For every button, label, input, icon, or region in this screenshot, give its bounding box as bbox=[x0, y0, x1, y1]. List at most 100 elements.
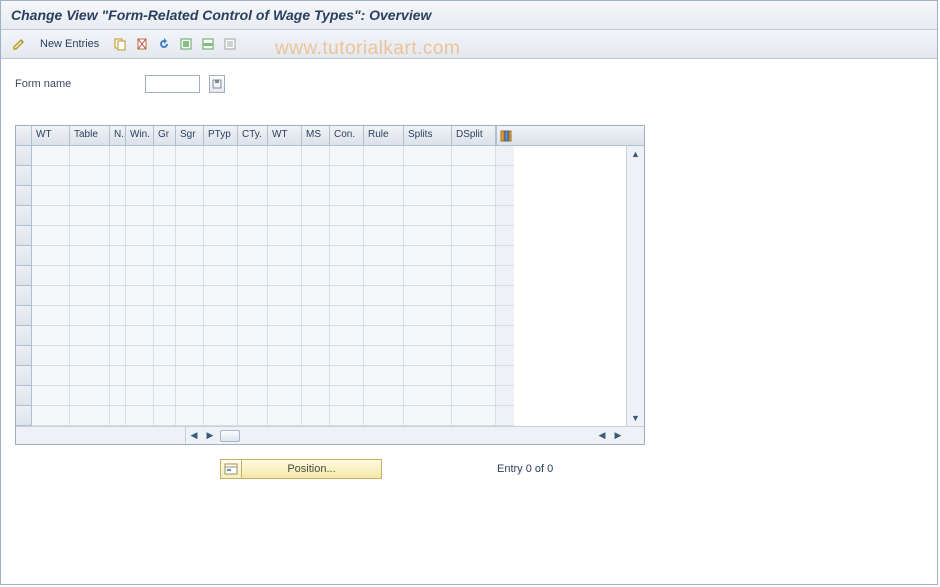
cell-dsplit[interactable] bbox=[452, 146, 496, 166]
cell-con[interactable] bbox=[330, 386, 364, 406]
select-block-icon[interactable] bbox=[198, 34, 218, 54]
cell-table[interactable] bbox=[70, 166, 110, 186]
new-entries-button[interactable]: New Entries bbox=[31, 35, 108, 53]
column-header-ms[interactable]: MS bbox=[302, 126, 330, 145]
cell-gr[interactable] bbox=[154, 206, 176, 226]
cell-win[interactable] bbox=[126, 166, 154, 186]
cell-ptyp[interactable] bbox=[204, 206, 238, 226]
cell-splits[interactable] bbox=[404, 326, 452, 346]
cell-rule[interactable] bbox=[364, 206, 404, 226]
cell-wt[interactable] bbox=[32, 166, 70, 186]
cell-win[interactable] bbox=[126, 366, 154, 386]
cell-wt2[interactable] bbox=[268, 186, 302, 206]
cell-rule[interactable] bbox=[364, 326, 404, 346]
cell-cty[interactable] bbox=[238, 206, 268, 226]
row-selector[interactable] bbox=[16, 346, 32, 366]
cell-wt2[interactable] bbox=[268, 306, 302, 326]
cell-con[interactable] bbox=[330, 326, 364, 346]
cell-dsplit[interactable] bbox=[452, 326, 496, 346]
cell-sgr[interactable] bbox=[176, 286, 204, 306]
column-header-splits[interactable]: Splits bbox=[404, 126, 452, 145]
cell-sgr[interactable] bbox=[176, 266, 204, 286]
cell-win[interactable] bbox=[126, 306, 154, 326]
cell-wt2[interactable] bbox=[268, 326, 302, 346]
cell-sgr[interactable] bbox=[176, 206, 204, 226]
cell-dsplit[interactable] bbox=[452, 186, 496, 206]
search-help-icon[interactable] bbox=[209, 75, 225, 93]
cell-con[interactable] bbox=[330, 206, 364, 226]
cell-sgr[interactable] bbox=[176, 346, 204, 366]
cell-ms[interactable] bbox=[302, 346, 330, 366]
column-header-con[interactable]: Con. bbox=[330, 126, 364, 145]
cell-splits[interactable] bbox=[404, 146, 452, 166]
column-header-wt[interactable]: WT bbox=[32, 126, 70, 145]
horizontal-scrollbar[interactable]: ◀ ▶ ◀ ▶ bbox=[16, 426, 644, 444]
cell-win[interactable] bbox=[126, 226, 154, 246]
cell-splits[interactable] bbox=[404, 206, 452, 226]
cell-gr[interactable] bbox=[154, 246, 176, 266]
cell-wt2[interactable] bbox=[268, 246, 302, 266]
cell-sgr[interactable] bbox=[176, 246, 204, 266]
cell-gr[interactable] bbox=[154, 186, 176, 206]
cell-n[interactable] bbox=[110, 386, 126, 406]
cell-ms[interactable] bbox=[302, 206, 330, 226]
cell-wt2[interactable] bbox=[268, 286, 302, 306]
configure-columns-icon[interactable] bbox=[496, 126, 514, 145]
cell-dsplit[interactable] bbox=[452, 346, 496, 366]
cell-ms[interactable] bbox=[302, 286, 330, 306]
column-header-cty[interactable]: CTy. bbox=[238, 126, 268, 145]
cell-win[interactable] bbox=[126, 206, 154, 226]
cell-dsplit[interactable] bbox=[452, 206, 496, 226]
cell-cty[interactable] bbox=[238, 306, 268, 326]
select-all-column[interactable] bbox=[16, 126, 32, 145]
cell-cty[interactable] bbox=[238, 166, 268, 186]
column-header-win[interactable]: Win. bbox=[126, 126, 154, 145]
cell-cty[interactable] bbox=[238, 386, 268, 406]
cell-con[interactable] bbox=[330, 246, 364, 266]
cell-sgr[interactable] bbox=[176, 406, 204, 426]
cell-n[interactable] bbox=[110, 166, 126, 186]
row-selector[interactable] bbox=[16, 166, 32, 186]
cell-splits[interactable] bbox=[404, 266, 452, 286]
cell-cty[interactable] bbox=[238, 226, 268, 246]
cell-rule[interactable] bbox=[364, 286, 404, 306]
cell-cty[interactable] bbox=[238, 366, 268, 386]
cell-rule[interactable] bbox=[364, 266, 404, 286]
row-selector[interactable] bbox=[16, 226, 32, 246]
row-selector[interactable] bbox=[16, 406, 32, 426]
cell-wt[interactable] bbox=[32, 406, 70, 426]
row-selector[interactable] bbox=[16, 146, 32, 166]
cell-wt[interactable] bbox=[32, 326, 70, 346]
column-header-wt2[interactable]: WT bbox=[268, 126, 302, 145]
cell-con[interactable] bbox=[330, 146, 364, 166]
cell-n[interactable] bbox=[110, 226, 126, 246]
row-selector[interactable] bbox=[16, 266, 32, 286]
form-name-input[interactable] bbox=[145, 75, 200, 93]
cell-dsplit[interactable] bbox=[452, 266, 496, 286]
cell-con[interactable] bbox=[330, 186, 364, 206]
cell-wt[interactable] bbox=[32, 186, 70, 206]
cell-ptyp[interactable] bbox=[204, 146, 238, 166]
cell-ms[interactable] bbox=[302, 306, 330, 326]
cell-table[interactable] bbox=[70, 206, 110, 226]
cell-ptyp[interactable] bbox=[204, 386, 238, 406]
column-header-dsplit[interactable]: DSplit bbox=[452, 126, 496, 145]
cell-ptyp[interactable] bbox=[204, 226, 238, 246]
cell-wt2[interactable] bbox=[268, 346, 302, 366]
column-header-ptyp[interactable]: PTyp bbox=[204, 126, 238, 145]
scroll-right-end-icon[interactable]: ▶ bbox=[610, 428, 626, 444]
cell-wt2[interactable] bbox=[268, 406, 302, 426]
cell-gr[interactable] bbox=[154, 226, 176, 246]
cell-rule[interactable] bbox=[364, 346, 404, 366]
scroll-right-icon[interactable]: ▶ bbox=[202, 428, 218, 444]
vertical-scrollbar[interactable]: ▲ ▼ bbox=[626, 146, 644, 426]
cell-table[interactable] bbox=[70, 406, 110, 426]
cell-dsplit[interactable] bbox=[452, 286, 496, 306]
cell-wt2[interactable] bbox=[268, 206, 302, 226]
cell-con[interactable] bbox=[330, 366, 364, 386]
cell-wt[interactable] bbox=[32, 266, 70, 286]
cell-dsplit[interactable] bbox=[452, 406, 496, 426]
cell-ms[interactable] bbox=[302, 406, 330, 426]
cell-con[interactable] bbox=[330, 166, 364, 186]
row-selector[interactable] bbox=[16, 326, 32, 346]
